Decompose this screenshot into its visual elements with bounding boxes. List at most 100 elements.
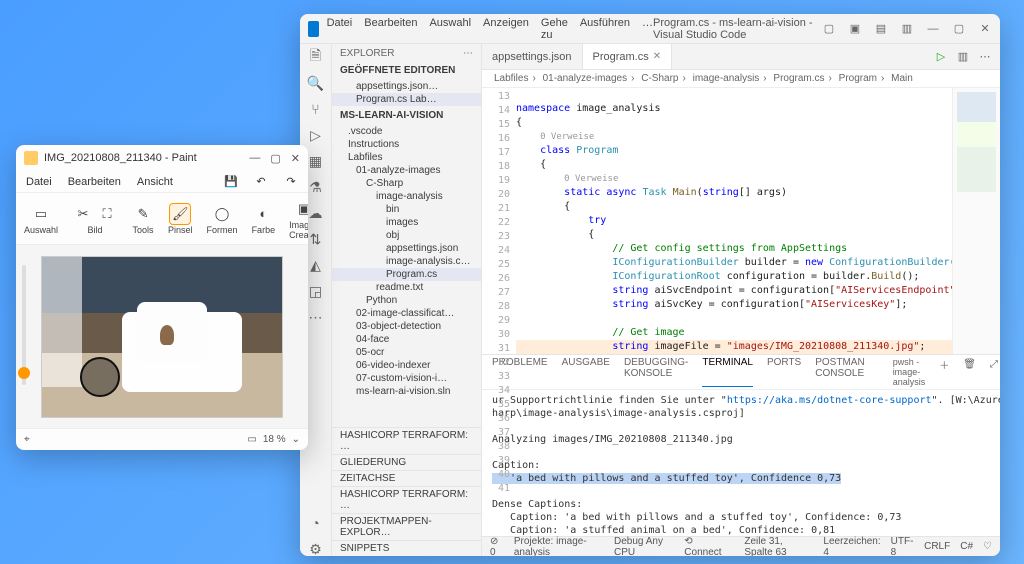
minimap[interactable] — [952, 88, 1000, 354]
tree-node[interactable]: C-Sharp — [332, 177, 481, 190]
color-icon[interactable]: ◐ — [252, 203, 274, 225]
new-terminal-icon[interactable]: ＋ — [939, 357, 949, 371]
status-indent[interactable]: Leerzeichen: 4 — [823, 536, 880, 557]
open-editors-header[interactable]: GEÖFFNETE EDITOREN — [332, 63, 481, 78]
run-icon[interactable]: ▷ — [934, 50, 948, 64]
sidebar-section[interactable]: HASHICORP TERRAFORM: … — [332, 486, 481, 513]
settings-icon[interactable]: ⚙ — [309, 542, 323, 556]
open-editor-item[interactable]: Program.cs Lab… — [332, 93, 481, 106]
status-eol[interactable]: CRLF — [924, 541, 950, 552]
tree-node[interactable]: 05-ocr — [332, 346, 481, 359]
panel-tab-terminal[interactable]: TERMINAL — [702, 357, 753, 387]
status-connect[interactable]: ⟲ Connect — [684, 536, 724, 557]
menu-view[interactable]: Ansicht — [137, 176, 173, 188]
layout3-icon[interactable]: ▤ — [874, 22, 888, 36]
panel-tab-ports[interactable]: PORTS — [767, 357, 801, 387]
explorer-icon[interactable]: 🗎 — [309, 50, 323, 64]
tree-node[interactable]: 03-object-detection — [332, 320, 481, 333]
panel-tab-postman[interactable]: POSTMAN CONSOLE — [815, 357, 864, 387]
status-config[interactable]: Debug Any CPU — [614, 536, 674, 557]
undo-icon[interactable]: ↶ — [254, 175, 268, 189]
minimize-icon[interactable]: — — [249, 152, 260, 165]
split-icon[interactable]: ▥ — [956, 50, 970, 64]
terminal-output[interactable]: ur Supportrichtlinie finden Sie unter "h… — [482, 390, 1000, 536]
tree-node[interactable]: obj — [332, 229, 481, 242]
zoom-slider[interactable] — [22, 265, 26, 385]
source-control-icon[interactable]: ⑂ — [309, 102, 323, 116]
crop-icon[interactable]: ✂ — [72, 203, 94, 225]
resize-icon[interactable]: ⛶ — [96, 203, 118, 225]
project-header[interactable]: MS-LEARN-AI-VISION — [332, 108, 481, 123]
sidebar-section[interactable]: ZEITACHSE — [332, 470, 481, 486]
tab-program[interactable]: Program.cs✕ — [583, 44, 673, 69]
tab-appsettings[interactable]: appsettings.json — [482, 44, 583, 69]
extensions-icon[interactable]: ▦ — [309, 154, 323, 168]
menu-view[interactable]: Anzeigen — [483, 17, 529, 41]
tools-icon[interactable]: ✎ — [132, 203, 154, 225]
paint-canvas[interactable] — [16, 245, 308, 428]
menu-selection[interactable]: Auswahl — [429, 17, 471, 41]
vscode-menubar[interactable]: Datei Bearbeiten Auswahl Anzeigen Gehe z… — [327, 17, 653, 41]
panel-tab-debug[interactable]: DEBUGGING-KONSOLE — [624, 357, 688, 387]
more-icon[interactable]: ⋯ — [978, 50, 992, 64]
paint-menubar[interactable]: Datei Bearbeiten Ansicht 💾 ↶ ↷ — [16, 171, 308, 193]
status-lang[interactable]: C# — [960, 541, 973, 552]
menu-edit[interactable]: Bearbeiten — [364, 17, 417, 41]
breadcrumb[interactable]: Labfiles› 01-analyze-images› C-Sharp› im… — [482, 70, 1000, 88]
menu-run[interactable]: Ausführen — [580, 17, 630, 41]
open-editor-item[interactable]: appsettings.json… — [332, 80, 481, 93]
close-icon[interactable]: ✕ — [978, 22, 992, 36]
sidebar-section[interactable]: PROJEKTMAPPEN-EXPLOR… — [332, 513, 481, 540]
tree-node[interactable]: 04-face — [332, 333, 481, 346]
status-errors[interactable]: ⊘ 0 — [490, 536, 504, 557]
status-feedback[interactable]: ♡ — [983, 541, 992, 552]
status-position[interactable]: Zeile 31, Spalte 63 — [744, 536, 813, 557]
image-creator-icon[interactable]: ▣ — [293, 198, 308, 220]
menu-go[interactable]: Gehe zu — [541, 17, 568, 41]
tree-node[interactable]: ms-learn-ai-vision.sln — [332, 385, 481, 398]
pull-request-icon[interactable]: ⇅ — [309, 232, 323, 246]
docker-icon[interactable]: ◲ — [309, 284, 323, 298]
tree-node[interactable]: 02-image-classificat… — [332, 307, 481, 320]
tree-node[interactable]: image-analysis.c… — [332, 255, 481, 268]
maximize-icon[interactable]: ▢ — [952, 22, 966, 36]
menu-edit[interactable]: Bearbeiten — [68, 176, 121, 188]
tree-node[interactable]: 01-analyze-images — [332, 164, 481, 177]
more-icon[interactable]: ⋯ — [309, 310, 323, 324]
menu-overflow[interactable]: … — [642, 17, 653, 41]
select-tool-icon[interactable]: ▭ — [30, 203, 52, 225]
azure-icon[interactable]: ◭ — [309, 258, 323, 272]
tree-node[interactable]: .vscode — [332, 125, 481, 138]
brush-icon[interactable]: 🖌 — [169, 203, 191, 225]
trash-icon[interactable]: 🗑 — [963, 357, 976, 371]
maximize-icon[interactable]: ▢ — [270, 152, 280, 165]
sidebar-section[interactable]: SNIPPETS — [332, 540, 481, 556]
run-debug-icon[interactable]: ▷ — [309, 128, 323, 142]
tree-node[interactable]: Python — [332, 294, 481, 307]
terminal-shell-label[interactable]: pwsh - image-analysis — [893, 357, 926, 387]
layout2-icon[interactable]: ▣ — [848, 22, 862, 36]
sidebar-section[interactable]: GLIEDERUNG — [332, 454, 481, 470]
tree-node[interactable]: readme.txt — [332, 281, 481, 294]
remote-icon[interactable]: ☁ — [309, 206, 323, 220]
redo-icon[interactable]: ↷ — [284, 175, 298, 189]
tree-node[interactable]: Instructions — [332, 138, 481, 151]
panel-tab-output[interactable]: AUSGABE — [562, 357, 610, 387]
test-icon[interactable]: ⚗ — [309, 180, 323, 194]
more-icon[interactable]: ⋯ — [463, 48, 473, 59]
tree-node[interactable]: Program.cs — [332, 268, 481, 281]
menu-file[interactable]: Datei — [26, 176, 52, 188]
tree-node[interactable]: images — [332, 216, 481, 229]
minimize-icon[interactable]: — — [926, 22, 940, 36]
layout4-icon[interactable]: ▥ — [900, 22, 914, 36]
maximize-panel-icon[interactable]: ⤢ — [990, 357, 998, 371]
search-icon[interactable]: 🔍 — [309, 76, 323, 90]
menu-file[interactable]: Datei — [327, 17, 353, 41]
tree-node[interactable]: image-analysis — [332, 190, 481, 203]
tree-node[interactable]: bin — [332, 203, 481, 216]
zoom-dropdown-icon[interactable]: ⌄ — [292, 434, 300, 445]
status-project[interactable]: Projekte: image-analysis — [514, 536, 604, 557]
account-icon[interactable]: ◔ — [309, 516, 323, 530]
tree-node[interactable]: Labfiles — [332, 151, 481, 164]
status-encoding[interactable]: UTF-8 — [891, 536, 914, 557]
